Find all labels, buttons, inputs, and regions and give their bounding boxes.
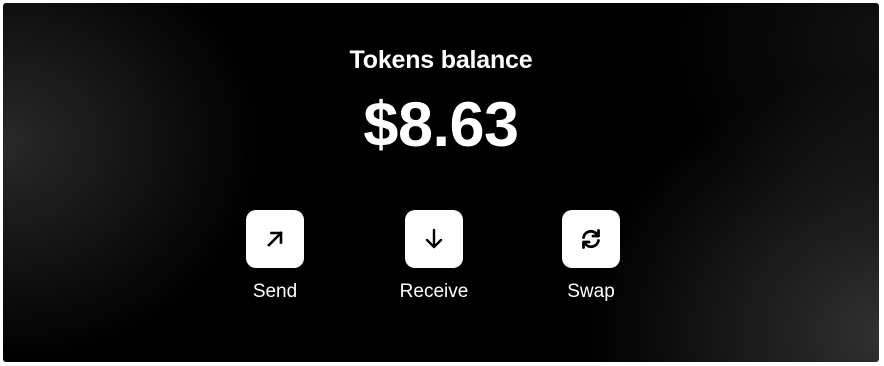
send-action[interactable]: Send xyxy=(215,210,335,303)
balance-amount: $8.63 xyxy=(363,90,519,160)
send-button[interactable] xyxy=(246,210,304,268)
receive-action[interactable]: Receive xyxy=(374,210,494,303)
swap-refresh-icon xyxy=(582,229,600,249)
arrow-up-right-icon xyxy=(267,231,283,247)
swap-button[interactable] xyxy=(562,210,620,268)
tokens-balance-card: Tokens balance $8.63 Send Receive Swap xyxy=(3,3,879,362)
swap-action[interactable]: Swap xyxy=(531,210,651,303)
arrow-down-icon xyxy=(425,228,443,249)
balance-title: Tokens balance xyxy=(349,46,533,74)
send-label: Send xyxy=(252,281,298,302)
swap-label: Swap xyxy=(567,281,615,302)
receive-button[interactable] xyxy=(405,210,463,268)
receive-label: Receive xyxy=(399,281,469,302)
screenshot-frame: Tokens balance $8.63 Send Receive Swap xyxy=(0,0,884,366)
